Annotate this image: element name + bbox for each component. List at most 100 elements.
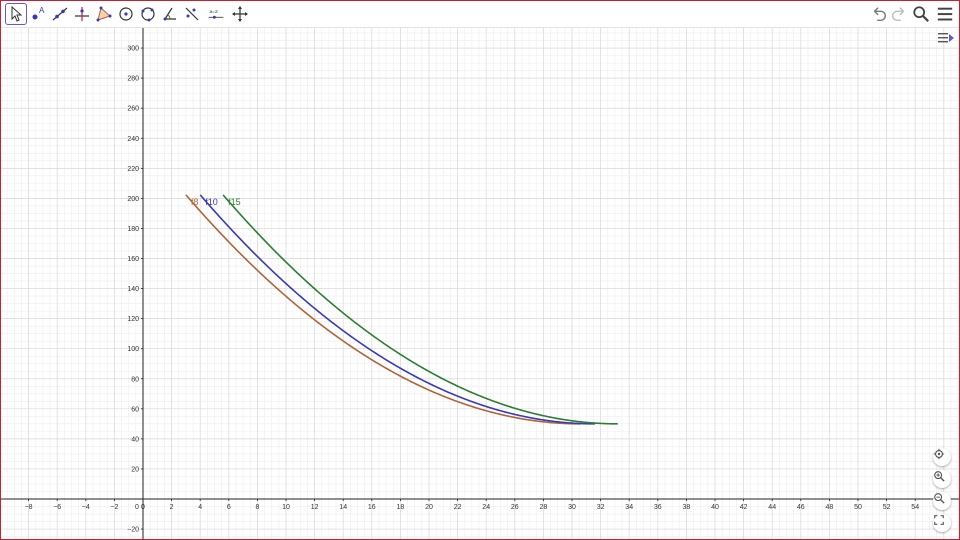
y-tick-label: 140 (127, 286, 139, 293)
curve-label-f8: f8 (191, 197, 199, 207)
y-tick-label: 40 (131, 436, 139, 443)
x-tick-label: −6 (53, 504, 61, 511)
redo-button[interactable] (889, 4, 909, 24)
redo-icon (891, 7, 905, 22)
reflect-tool[interactable] (181, 3, 203, 25)
x-tick-label: 6 (227, 504, 231, 511)
angle-tool[interactable] (159, 3, 181, 25)
line-tool[interactable] (49, 3, 71, 25)
x-tick-label: 40 (711, 504, 719, 511)
x-tick-label: 24 (482, 504, 490, 511)
polygon-icon (96, 6, 112, 22)
perpendicular-icon (75, 7, 89, 21)
x-tick-label: 44 (768, 504, 776, 511)
x-tick-label: 32 (597, 504, 605, 511)
y-tick-label: 160 (127, 256, 139, 263)
move-graphics-view-tool[interactable] (229, 3, 251, 25)
x-tick-label: 14 (339, 504, 347, 511)
move-tool[interactable] (5, 3, 27, 25)
perpendicular-line-tool[interactable] (71, 3, 93, 25)
search-icon (913, 6, 929, 22)
y-tick-label: 180 (127, 226, 139, 233)
move-arrows-icon (232, 6, 248, 22)
x-tick-label: 26 (511, 504, 519, 511)
x-tick-label: 0 (141, 504, 145, 511)
point-tool[interactable]: A (27, 3, 49, 25)
home-icon (933, 448, 945, 460)
y-tick-label: 240 (127, 136, 139, 143)
home-button[interactable] (933, 448, 951, 466)
x-tick-label: 10 (282, 504, 290, 511)
reflect-icon (185, 7, 199, 21)
y-tick-label: 100 (127, 346, 139, 353)
x-tick-label: 36 (654, 504, 662, 511)
line-icon (52, 7, 68, 21)
circle-three-points-icon (141, 7, 155, 22)
curve-f10[interactable] (199, 194, 595, 425)
origin-label: 0 (135, 504, 139, 511)
x-tick-label: 34 (625, 504, 633, 511)
slider-tool[interactable]: a=2 (205, 3, 227, 25)
fullscreen-button[interactable] (933, 514, 951, 532)
y-tick-label: 20 (131, 466, 139, 473)
x-tick-label: −4 (82, 504, 90, 511)
style-bar-icon (938, 33, 954, 43)
graphics-view[interactable]: −8 −6 −4 −2 0 2 4 6 8 10 12 14 16 18 20 22 24 26 28 30 32 34 3… (1, 28, 959, 539)
toolbar: A a=2 (1, 1, 959, 28)
y-tick-label: 300 (127, 46, 139, 53)
circle-three-points-tool[interactable] (137, 3, 159, 25)
x-tick-label: 16 (368, 504, 376, 511)
polygon-tool[interactable] (93, 3, 115, 25)
undo-button[interactable] (869, 4, 889, 24)
y-tick-label: 80 (131, 376, 139, 383)
y-tick-label: −20 (127, 527, 139, 534)
x-tick-label: 18 (397, 504, 405, 511)
search-button[interactable] (911, 4, 931, 24)
x-tick-label: 46 (797, 504, 805, 511)
x-tick-label: 48 (826, 504, 834, 511)
style-bar-toggle[interactable] (937, 30, 955, 46)
x-tick-label: 28 (540, 504, 548, 511)
zoom-out-button[interactable] (933, 492, 951, 510)
x-tick-label: 30 (568, 504, 576, 511)
svg-text:a=2: a=2 (209, 9, 218, 15)
circle-center-point-tool[interactable] (115, 3, 137, 25)
menu-button[interactable] (935, 4, 955, 24)
curve-f15[interactable] (222, 194, 618, 425)
x-tick-label: 38 (683, 504, 691, 511)
y-tick-label: 260 (127, 106, 139, 113)
zoom-in-button[interactable] (933, 470, 951, 488)
x-tick-label: −8 (25, 504, 33, 511)
x-tick-label: 8 (255, 504, 259, 511)
slider-icon: a=2 (208, 9, 224, 19)
x-tick-label: 12 (311, 504, 319, 511)
svg-text:A: A (39, 6, 45, 15)
curve-label-f15: f15 (228, 197, 241, 207)
arrow-pointer-icon (11, 5, 23, 22)
angle-icon (163, 7, 176, 21)
circle-center-icon (119, 7, 133, 21)
point-icon: A (32, 6, 45, 20)
y-tick-label: 120 (127, 316, 139, 323)
y-tick-label: 220 (127, 166, 139, 173)
fullscreen-icon (934, 515, 944, 525)
x-tick-label: 42 (740, 504, 748, 511)
curve-f8[interactable] (185, 194, 581, 425)
undo-icon (873, 7, 887, 22)
y-tick-label: 280 (127, 76, 139, 83)
x-tick-label: 2 (170, 504, 174, 511)
x-tick-label: 4 (198, 504, 202, 511)
coordinate-plane[interactable]: −8 −6 −4 −2 0 2 4 6 8 10 12 14 16 18 20 22 24 26 28 30 32 34 3… (1, 28, 959, 539)
zoom-out-icon (934, 493, 945, 504)
x-tick-label: 50 (854, 504, 862, 511)
zoom-in-icon (934, 471, 945, 482)
menu-icon (937, 7, 953, 21)
x-tick-label: 22 (454, 504, 462, 511)
x-tick-label: 52 (883, 504, 891, 511)
x-tick-label: 20 (425, 504, 433, 511)
curve-label-f10: f10 (205, 197, 218, 207)
y-tick-label: 60 (131, 406, 139, 413)
x-tick-label: −2 (110, 504, 118, 511)
y-tick-label: 200 (127, 196, 139, 203)
x-tick-label: 54 (911, 504, 919, 511)
